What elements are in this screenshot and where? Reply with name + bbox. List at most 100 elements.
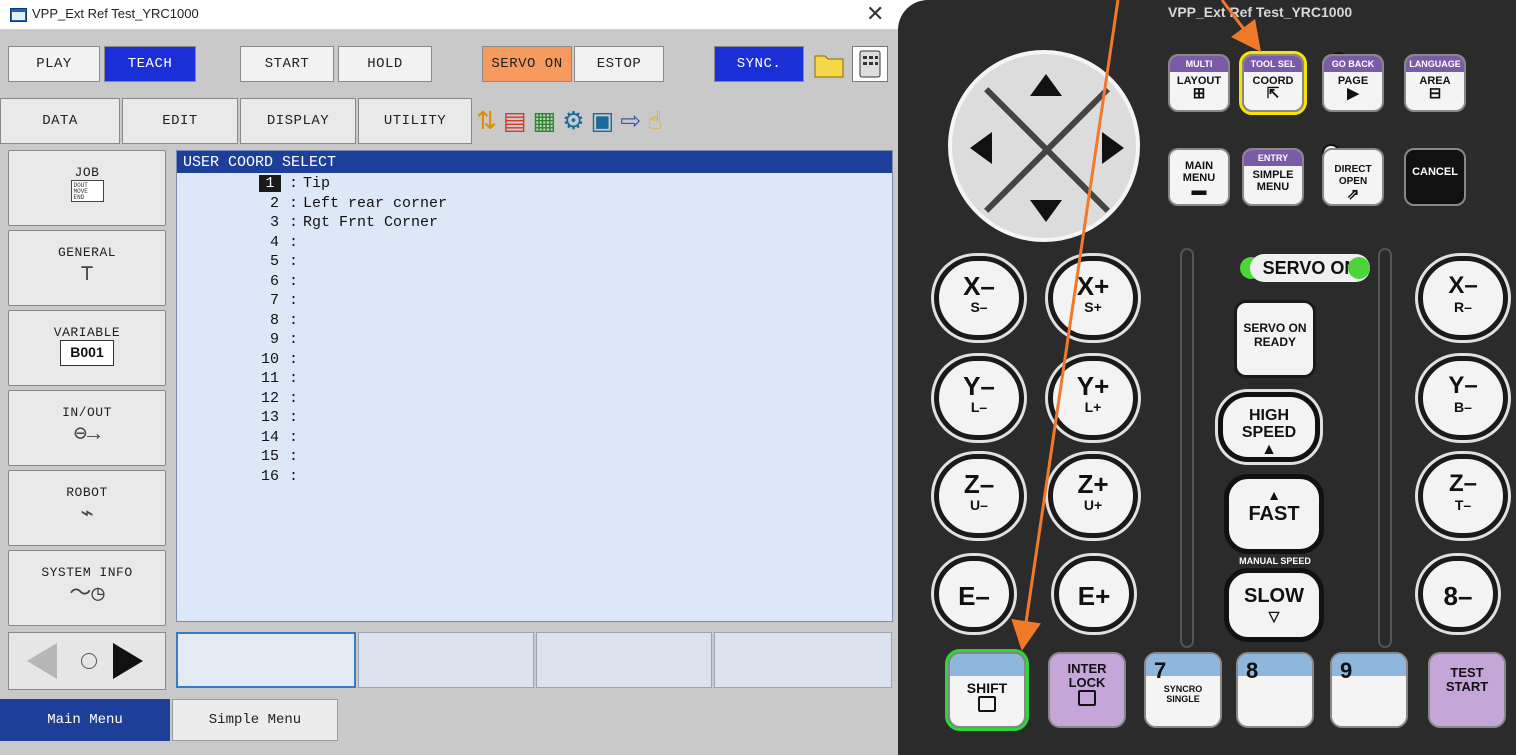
coord-row[interactable]: 1: Tip bbox=[177, 175, 892, 195]
simple-menu-key[interactable]: ENTRY SIMPLE MENU bbox=[1242, 148, 1304, 206]
sidebar-system-info[interactable]: SYSTEM INFO 〜◷ bbox=[8, 550, 166, 626]
layout-key[interactable]: MULTI LAYOUT ⊞ bbox=[1168, 54, 1230, 112]
sidebar-robot[interactable]: ROBOT ⌁ bbox=[8, 470, 166, 546]
shift-key[interactable]: SHIFT bbox=[945, 649, 1029, 731]
coord-row-separator: : bbox=[289, 311, 299, 329]
function-key-4[interactable] bbox=[714, 632, 892, 688]
display-menu-button[interactable]: DISPLAY bbox=[240, 98, 356, 144]
cursor-left-button[interactable] bbox=[970, 132, 992, 164]
x-minus-key[interactable]: X– S– bbox=[934, 256, 1024, 340]
pendant-keypad: VPP_Ext Ref Test_YRC1000 MULTI LAYOUT ⊞ … bbox=[898, 0, 1516, 755]
coord-row[interactable]: 4: bbox=[177, 234, 892, 254]
sidebar-job[interactable]: JOB DOUT MOVE END bbox=[8, 150, 166, 226]
x-plus-key[interactable]: X+ S+ bbox=[1048, 256, 1138, 340]
coord-row[interactable]: 10: bbox=[177, 351, 892, 371]
coord-row-name: Tip bbox=[303, 175, 331, 192]
cancel-key[interactable]: CANCEL bbox=[1404, 148, 1466, 206]
prev-page-icon[interactable] bbox=[27, 643, 57, 679]
y-minus-key[interactable]: Y– L– bbox=[934, 356, 1024, 440]
sidebar-variable[interactable]: VARIABLE B001 bbox=[8, 310, 166, 386]
y-plus-label: Y+ bbox=[1076, 371, 1110, 401]
z-plus-key[interactable]: Z+ U+ bbox=[1048, 454, 1138, 538]
play-button[interactable]: PLAY bbox=[8, 46, 100, 82]
eight-key[interactable]: 8 bbox=[1236, 652, 1314, 728]
direct-open-label: DIRECT OPEN bbox=[1334, 164, 1372, 187]
t-minus-label: T– bbox=[1454, 497, 1472, 513]
coord-row[interactable]: 11: bbox=[177, 370, 892, 390]
coord-row-separator: : bbox=[289, 409, 299, 426]
e-minus-key[interactable]: E– bbox=[934, 556, 1014, 632]
coord-row[interactable]: 9: bbox=[177, 331, 892, 351]
job-doc-icon: DOUT MOVE END bbox=[70, 180, 104, 202]
next-page-icon[interactable] bbox=[113, 643, 143, 679]
y-plus-key[interactable]: Y+ L+ bbox=[1048, 356, 1138, 440]
function-key-3[interactable] bbox=[536, 632, 712, 688]
coord-row[interactable]: 6: bbox=[177, 273, 892, 293]
syncro-single-label: SYNCRO SINGLE bbox=[1163, 684, 1203, 704]
function-key-1[interactable] bbox=[176, 632, 356, 688]
area-key[interactable]: LANGUAGE AREA ⊟ bbox=[1404, 54, 1466, 112]
coord-row[interactable]: 13: bbox=[177, 409, 892, 429]
area-icon: ⊟ bbox=[1428, 85, 1442, 102]
keypad-icon[interactable] bbox=[852, 46, 888, 82]
nine-key[interactable]: 9 bbox=[1330, 652, 1408, 728]
page-key[interactable]: GO BACK PAGE ▶ bbox=[1322, 54, 1384, 112]
direct-open-key[interactable]: DIRECT OPEN ⇗ bbox=[1322, 148, 1384, 206]
sync-button[interactable]: SYNC. bbox=[714, 46, 804, 82]
function-key-2[interactable] bbox=[358, 632, 534, 688]
interlock-key[interactable]: INTER LOCK bbox=[1048, 652, 1126, 728]
test-start-key[interactable]: TEST START bbox=[1428, 652, 1506, 728]
start-button[interactable]: START bbox=[240, 46, 334, 82]
sidebar-inout[interactable]: IN/OUT ⊖→ bbox=[8, 390, 166, 466]
z-minus-key[interactable]: Z– U– bbox=[934, 454, 1024, 538]
coord-row[interactable]: 2: Left rear corner bbox=[177, 195, 892, 215]
utility-menu-button[interactable]: UTILITY bbox=[358, 98, 472, 144]
data-menu-button[interactable]: DATA bbox=[0, 98, 120, 144]
coord-row-number: 16 bbox=[260, 467, 279, 485]
e-plus-key[interactable]: E+ bbox=[1054, 556, 1134, 632]
main-menu-key[interactable]: MAIN MENU ▬ bbox=[1168, 148, 1230, 206]
slow-key[interactable]: SLOW ▽ bbox=[1224, 568, 1324, 642]
coord-row[interactable]: 12: bbox=[177, 390, 892, 410]
sidebar-general[interactable]: GENERAL ⊤ bbox=[8, 230, 166, 306]
high-speed-key[interactable]: HIGH SPEED ▲ bbox=[1218, 392, 1320, 462]
coord-key[interactable]: TOOL SEL COORD ⇱ bbox=[1239, 51, 1307, 115]
coord-row[interactable]: 14: bbox=[177, 429, 892, 449]
keypad-window-title: VPP_Ext Ref Test_YRC1000 bbox=[1168, 4, 1353, 20]
folder-icon[interactable] bbox=[812, 48, 846, 80]
fast-up-icon: ▲ bbox=[1267, 487, 1281, 503]
rx-minus-key[interactable]: X– R– bbox=[1418, 256, 1508, 340]
coord-row[interactable]: 8: bbox=[177, 312, 892, 332]
coord-row[interactable]: 3: Rgt Frnt Corner bbox=[177, 214, 892, 234]
cursor-up-button[interactable] bbox=[1030, 74, 1062, 96]
cursor-down-button[interactable] bbox=[1030, 200, 1062, 222]
coord-row[interactable]: 16: bbox=[177, 468, 892, 488]
tab-simple-menu[interactable]: Simple Menu bbox=[172, 699, 338, 741]
close-icon[interactable]: ✕ bbox=[866, 2, 884, 27]
servo-on-button[interactable]: SERVO ON bbox=[482, 46, 572, 82]
coord-row[interactable]: 7: bbox=[177, 292, 892, 312]
panel-title: USER COORD SELECT bbox=[183, 154, 337, 171]
servo-on-ready-key[interactable]: SERVO ON READY bbox=[1234, 300, 1316, 378]
hold-button[interactable]: HOLD bbox=[338, 46, 432, 82]
fast-key[interactable]: ▲ FAST bbox=[1224, 474, 1324, 554]
e-minus-label: E– bbox=[958, 581, 990, 611]
coord-row[interactable]: 5: bbox=[177, 253, 892, 273]
rz-minus-key[interactable]: Z– T– bbox=[1418, 454, 1508, 538]
coord-row[interactable]: 15: bbox=[177, 448, 892, 468]
seven-key[interactable]: 7 SYNCRO SINGLE bbox=[1144, 652, 1222, 728]
estop-button[interactable]: ESTOP bbox=[574, 46, 664, 82]
hand-icon: ☝ bbox=[647, 106, 663, 135]
teach-button[interactable]: TEACH bbox=[104, 46, 196, 82]
entry-label: ENTRY bbox=[1244, 150, 1302, 166]
edit-menu-button[interactable]: EDIT bbox=[122, 98, 238, 144]
eight-minus-key[interactable]: 8– bbox=[1418, 556, 1498, 632]
cursor-right-button[interactable] bbox=[1102, 132, 1124, 164]
shift-key-bar bbox=[950, 654, 1024, 676]
ry-minus-key[interactable]: Y– B– bbox=[1418, 356, 1508, 440]
tab-main-menu[interactable]: Main Menu bbox=[0, 699, 170, 741]
coord-row-separator: : bbox=[289, 214, 299, 231]
r-minus-label: R– bbox=[1454, 299, 1472, 315]
sidebar-variable-label: VARIABLE bbox=[53, 325, 121, 340]
status-icon-strip: ⇅ ▤ ▦ ⚙ ▣ ⇨ ☝ bbox=[476, 101, 896, 141]
